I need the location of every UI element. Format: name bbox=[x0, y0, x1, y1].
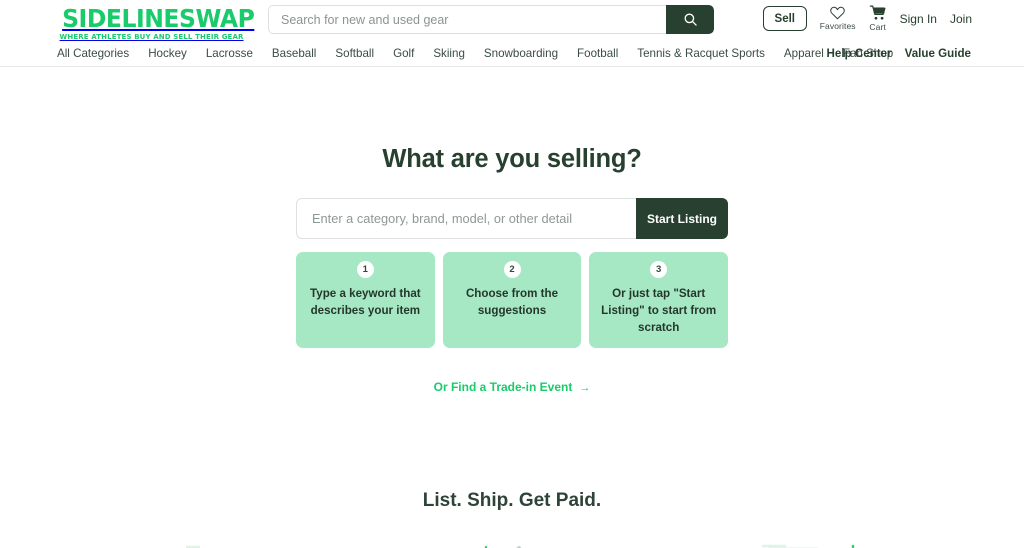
listing-search-form: Start Listing bbox=[296, 198, 728, 239]
header-search bbox=[268, 5, 714, 34]
step-description: Choose from the suggestions bbox=[465, 287, 559, 317]
gear-items-icon bbox=[185, 546, 201, 548]
heart-icon bbox=[830, 6, 845, 20]
steps-list: 1 Type a keyword that describes your ite… bbox=[296, 252, 729, 349]
step-number-badge: 3 bbox=[650, 261, 668, 278]
start-listing-button[interactable]: Start Listing bbox=[636, 198, 728, 239]
shipping-label-icon bbox=[484, 546, 522, 548]
search-input[interactable] bbox=[268, 5, 666, 34]
main-content: What are you selling? Start Listing 1 Ty… bbox=[0, 145, 1024, 548]
site-logo[interactable]: SIDELINESWAP WHERE ATHLETES BUY AND SELL… bbox=[57, 4, 255, 41]
favorites-link[interactable]: Favorites bbox=[820, 5, 856, 31]
listing-keyword-input[interactable] bbox=[296, 198, 636, 239]
step-card: 2 Choose from the suggestions bbox=[442, 252, 582, 349]
trade-in-event-label: Or Find a Trade-in Event bbox=[433, 380, 573, 395]
step-number-badge: 1 bbox=[356, 261, 374, 278]
site-header: SIDELINESWAP WHERE ATHLETES BUY AND SELL… bbox=[0, 0, 1024, 67]
value-guide-link[interactable]: Value Guide bbox=[905, 47, 971, 60]
nav-item-golf[interactable]: Golf bbox=[393, 47, 414, 60]
logo-tagline: WHERE ATHLETES BUY AND SELL THEIR GEAR bbox=[59, 32, 244, 41]
arrow-right-icon: → bbox=[579, 382, 591, 395]
nav-item-softball[interactable]: Softball bbox=[335, 47, 374, 60]
cart-icon bbox=[869, 5, 886, 20]
section-title: List. Ship. Get Paid. bbox=[422, 490, 602, 512]
payment-icon bbox=[761, 545, 855, 548]
trade-in-event-cta: Or Find a Trade-in Event → bbox=[0, 378, 1024, 396]
cart-link[interactable]: Cart bbox=[869, 5, 887, 32]
get-paid-illustration bbox=[745, 535, 895, 548]
account-actions: Sell Favorites Cart Sign In Join bbox=[762, 5, 972, 32]
nav-item-snowboarding[interactable]: Snowboarding bbox=[484, 47, 558, 60]
utility-nav: Help Center Value Guide bbox=[827, 47, 971, 60]
cart-label: Cart bbox=[869, 22, 886, 32]
help-center-link[interactable]: Help Center bbox=[827, 47, 892, 60]
step-card: 1 Type a keyword that describes your ite… bbox=[296, 252, 435, 349]
sign-in-link[interactable]: Sign In bbox=[900, 12, 937, 26]
step-description: Type a keyword that describes your item bbox=[310, 287, 421, 317]
ship-illustration bbox=[437, 535, 587, 548]
favorites-label: Favorites bbox=[819, 21, 856, 31]
search-submit-button[interactable] bbox=[666, 5, 714, 34]
join-link[interactable]: Join bbox=[950, 12, 972, 26]
nav-item-all-categories[interactable]: All Categories bbox=[57, 47, 129, 60]
nav-item-football[interactable]: Football bbox=[577, 47, 618, 60]
search-icon bbox=[684, 13, 697, 26]
page-title: What are you selling? bbox=[382, 145, 642, 173]
nav-item-apparel[interactable]: Apparel bbox=[784, 47, 824, 60]
nav-item-tennis-racquet-sports[interactable]: Tennis & Racquet Sports bbox=[637, 47, 765, 60]
step-description: Or just tap "Start Listing" to start fro… bbox=[601, 287, 717, 334]
how-it-works-illustrations bbox=[0, 535, 1024, 548]
nav-item-hockey[interactable]: Hockey bbox=[148, 47, 187, 60]
sell-button[interactable]: Sell bbox=[762, 6, 807, 31]
list-illustration bbox=[129, 535, 279, 548]
step-number-badge: 2 bbox=[503, 261, 521, 278]
step-card: 3 Or just tap "Start Listing" to start f… bbox=[589, 252, 729, 349]
logo-wordmark: SIDELINESWAP bbox=[62, 4, 255, 33]
nav-item-lacrosse[interactable]: Lacrosse bbox=[206, 47, 253, 60]
category-nav: All Categories Hockey Lacrosse Baseball … bbox=[57, 47, 893, 60]
nav-item-skiing[interactable]: Skiing bbox=[433, 47, 465, 60]
trade-in-event-link[interactable]: Or Find a Trade-in Event → bbox=[434, 380, 591, 394]
nav-item-baseball[interactable]: Baseball bbox=[272, 47, 316, 60]
